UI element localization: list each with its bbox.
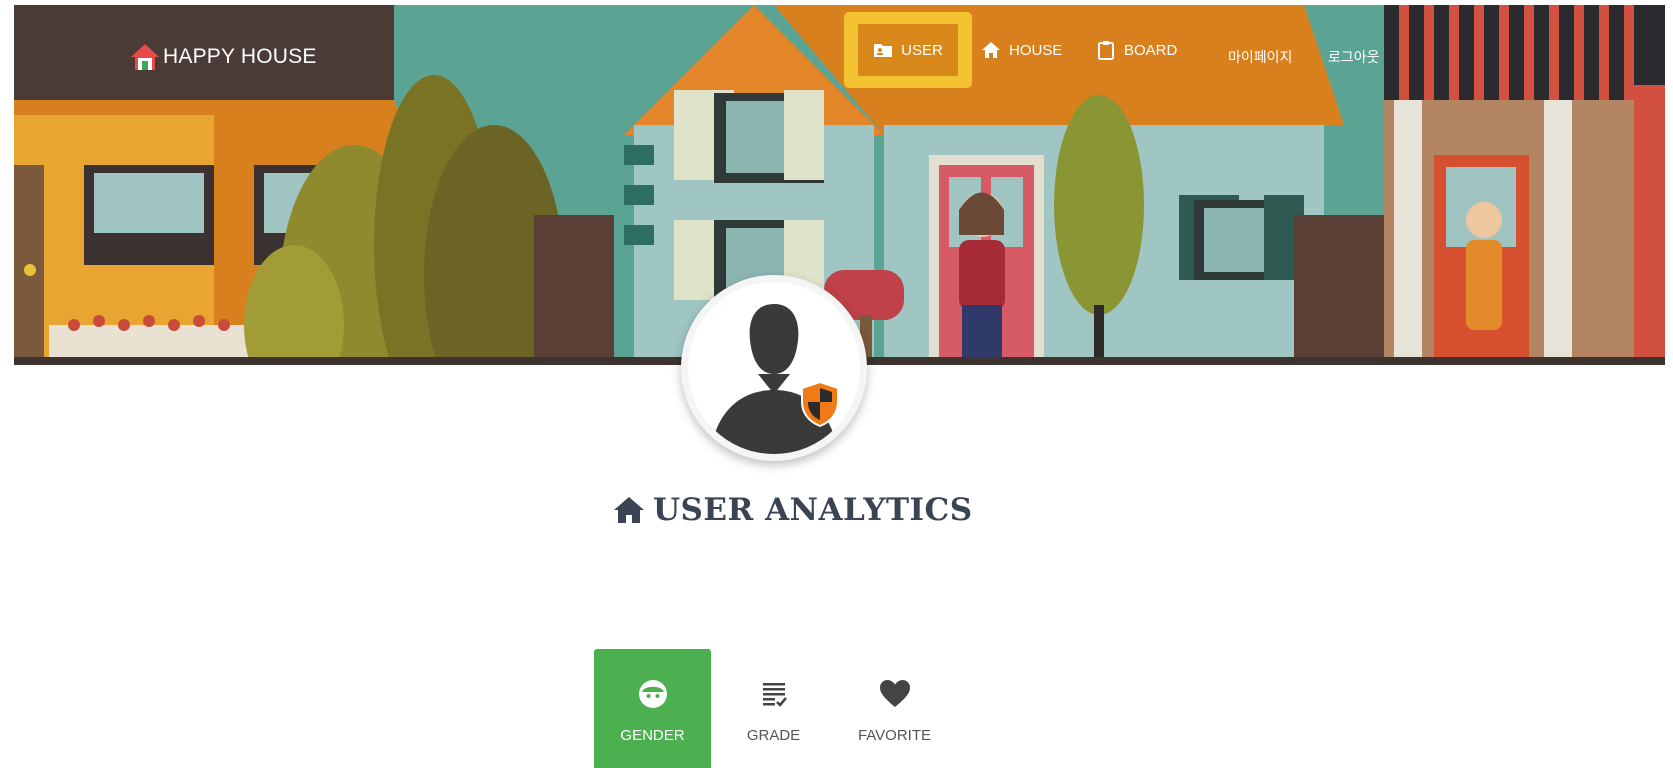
nav-house-label: HOUSE: [1009, 41, 1063, 59]
tab-favorite-label: FAVORITE: [857, 727, 932, 744]
heart-icon: [879, 680, 910, 707]
home-icon: [614, 497, 644, 523]
user-shield-icon: [710, 304, 839, 454]
user-card-icon: [874, 44, 893, 57]
tab-grade-label: GRADE: [746, 727, 801, 744]
page: HAPPY HOUSE USER HOUSE BOARD 마이페이지 로그아웃: [0, 0, 1673, 768]
nav-logout-label: 로그아웃: [1328, 49, 1380, 65]
tab-favorite[interactable]: FAVORITE: [836, 649, 953, 768]
list-check-icon: [762, 683, 787, 707]
analytics-tabs: GENDER GRADE FAVORITE: [594, 649, 957, 768]
face-icon: [638, 680, 667, 708]
brand-logo[interactable]: HAPPY HOUSE: [129, 42, 317, 72]
tab-grade[interactable]: GRADE: [715, 649, 832, 768]
house-logo-icon: [131, 44, 159, 70]
nav-user-label: USER: [901, 41, 943, 59]
nav-house[interactable]: HOUSE: [981, 40, 1062, 60]
nav-user[interactable]: USER: [844, 12, 972, 88]
clipboard-icon: [1098, 41, 1114, 60]
nav-mypage[interactable]: 마이페이지: [1228, 47, 1292, 67]
nav-logout[interactable]: 로그아웃: [1328, 47, 1380, 67]
nav-mypage-label: 마이페이지: [1228, 49, 1293, 65]
page-title-text: USER ANALYTICS: [653, 492, 973, 528]
page-title: USER ANALYTICS: [613, 492, 973, 528]
nav-board-label: BOARD: [1124, 41, 1178, 59]
user-avatar: [681, 275, 867, 461]
nav-board[interactable]: BOARD: [1096, 40, 1177, 60]
tab-gender[interactable]: GENDER: [594, 649, 711, 768]
tab-gender-label: GENDER: [620, 727, 685, 744]
brand-name: HAPPY HOUSE: [163, 45, 317, 68]
home-icon: [982, 42, 1000, 58]
